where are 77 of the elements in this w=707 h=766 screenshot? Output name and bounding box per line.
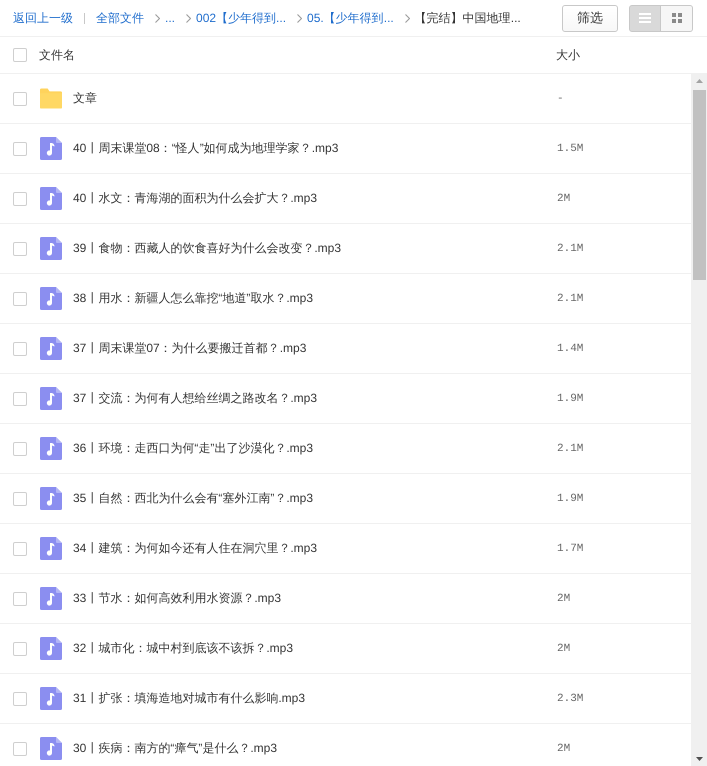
folder-icon [40,87,62,110]
row-checkbox[interactable] [13,742,27,756]
row-checkbox[interactable] [13,142,27,156]
file-name[interactable]: 31丨扩张：填海造地对城市有什么影响.mp3 [73,690,557,707]
file-name[interactable]: 35丨自然：西北为什么会有“塞外江南”？.mp3 [73,490,557,507]
music-file-icon [40,387,62,410]
file-name[interactable]: 文章 [73,90,557,107]
grid-icon [672,13,682,23]
music-file-icon [40,237,62,260]
row-checkbox[interactable] [13,242,27,256]
row-checkbox[interactable] [13,292,27,306]
music-file-icon [40,687,62,710]
file-name[interactable]: 37丨交流：为何有人想给丝绸之路改名？.mp3 [73,390,557,407]
music-file-icon [40,737,62,760]
music-file-icon [40,637,62,660]
file-size: 2.3M [557,692,584,704]
file-size: 2.1M [557,292,584,304]
music-file-icon [40,187,62,210]
music-file-icon [40,437,62,460]
file-name[interactable]: 34丨建筑：为何如今还有人住在洞穴里？.mp3 [73,540,557,557]
music-file-icon [40,487,62,510]
file-size: 1.9M [557,492,584,504]
file-name[interactable]: 39丨食物：西藏人的饮食喜好为什么会改变？.mp3 [73,240,557,257]
file-size: 1.5M [557,142,584,154]
file-size: 2.1M [557,442,584,454]
breadcrumb-link[interactable]: ... [165,11,176,25]
file-size: 2M [557,592,572,604]
all-files-link[interactable]: 全部文件 [96,10,144,26]
row-checkbox[interactable] [13,592,27,606]
row-checkbox[interactable] [13,92,27,106]
row-checkbox[interactable] [13,192,27,206]
back-link[interactable]: 返回上一级 [13,10,73,26]
music-file-icon [40,137,62,160]
chevron-right-icon [155,14,160,22]
file-size: 2.1M [557,242,584,254]
music-file-icon [40,537,62,560]
file-name[interactable]: 37丨周末课堂07：为什么要搬迁首都？.mp3 [73,340,557,357]
chevron-right-icon [404,14,410,22]
breadcrumb-link[interactable]: 002【少年得到... [196,10,286,26]
file-size: 1.9M [557,392,584,404]
select-all-checkbox[interactable] [13,48,27,62]
file-size: 2M [557,642,572,654]
file-name[interactable]: 38丨用水：新疆人怎么靠挖“地道”取水？.mp3 [73,290,557,307]
file-size: 2M [557,742,572,754]
file-name[interactable]: 32丨城市化：城中村到底该不该拆？.mp3 [73,640,557,657]
file-name[interactable]: 30丨疾病：南方的“瘴气”是什么？.mp3 [73,740,557,757]
file-name[interactable]: 36丨环境：走西口为何“走”出了沙漠化？.mp3 [73,440,557,457]
row-checkbox[interactable] [13,642,27,656]
file-size: - [557,92,565,104]
scroll-up-arrow-icon[interactable] [696,79,702,83]
file-name[interactable]: 40丨周末课堂08：“怪人”如何成为地理学家？.mp3 [73,140,557,157]
current-folder-name: 【完结】中国地理... [414,10,521,26]
list-view-button[interactable] [629,4,661,32]
scroll-down-arrow-icon[interactable] [696,757,702,761]
file-name[interactable]: 40丨水文：青海湖的面积为什么会扩大？.mp3 [73,190,557,207]
grid-view-button[interactable] [661,4,693,32]
list-icon [639,13,651,23]
music-file-icon [40,337,62,360]
filter-button[interactable]: 筛选 [562,4,618,32]
row-checkbox[interactable] [13,392,27,406]
chevron-right-icon [186,14,192,22]
music-file-icon [40,587,62,610]
file-size: 1.7M [557,542,584,554]
file-size: 2M [557,192,572,204]
column-header[interactable]: 文件名 [39,46,556,64]
row-checkbox[interactable] [13,342,27,356]
file-name[interactable]: 33丨节水：如何高效利用水资源？.mp3 [73,590,557,607]
row-checkbox[interactable] [13,492,27,506]
chevron-right-icon [297,14,302,22]
column-header[interactable]: 大小 [556,46,707,64]
file-size: 1.4M [557,342,584,354]
breadcrumb-link[interactable]: 05.【少年得到... [307,10,394,26]
music-file-icon [40,287,62,310]
scrollbar-thumb[interactable] [692,90,706,280]
row-checkbox[interactable] [13,442,27,456]
row-checkbox[interactable] [13,692,27,706]
row-checkbox[interactable] [13,542,27,556]
